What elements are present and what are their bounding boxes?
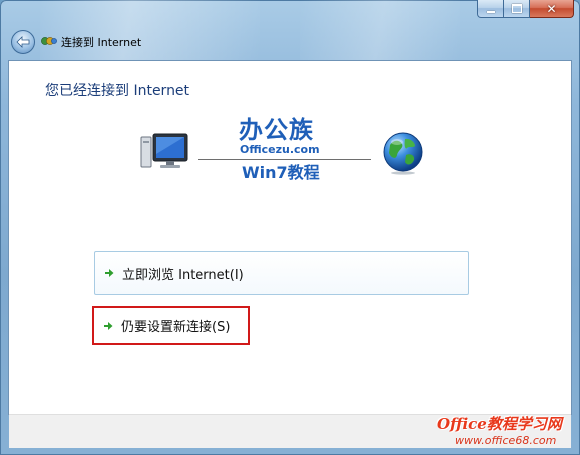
dialog-window: ✕ 连接到 Internet 您已经连接到 Internet 办公族 Offic… (0, 0, 580, 455)
logo-subtitle: Win7教程 (242, 163, 320, 182)
watermark-title: Office教程学习网 (437, 415, 562, 433)
logo-url: Officezu.com (240, 143, 320, 156)
back-arrow-icon (16, 36, 30, 48)
setup-new-connection-option[interactable]: 仍要设置新连接(S) (92, 306, 250, 345)
connection-line (198, 159, 371, 160)
window-title: 连接到 Internet (61, 36, 142, 49)
minimize-icon (486, 10, 495, 13)
minimize-button[interactable] (477, 0, 504, 18)
globe-icon (383, 132, 423, 175)
glass-reflection (300, 0, 460, 60)
computer-icon (140, 133, 188, 168)
close-icon: ✕ (546, 1, 557, 16)
green-arrow-icon (105, 269, 114, 277)
setup-new-connection-label: 仍要设置新连接(S) (121, 320, 231, 335)
back-button[interactable] (11, 30, 35, 54)
browse-internet-option[interactable]: 立即浏览 Internet(I) (94, 251, 469, 295)
logo-title: 办公族 (239, 116, 314, 144)
close-button[interactable]: ✕ (530, 0, 574, 18)
maximize-icon (511, 4, 522, 13)
glass-reflection (40, 0, 260, 60)
green-arrow-icon (104, 321, 113, 330)
caption-buttons: ✕ (477, 0, 574, 18)
network-connection-icon (41, 37, 57, 45)
page-heading: 您已经连接到 Internet (45, 83, 190, 99)
watermark-url: www.office68.com (455, 434, 557, 447)
client-area: 您已经连接到 Internet 办公族 Officezu.com Win7教程 (8, 60, 572, 415)
browse-internet-label: 立即浏览 Internet(I) (122, 267, 244, 283)
maximize-button[interactable] (504, 0, 530, 18)
